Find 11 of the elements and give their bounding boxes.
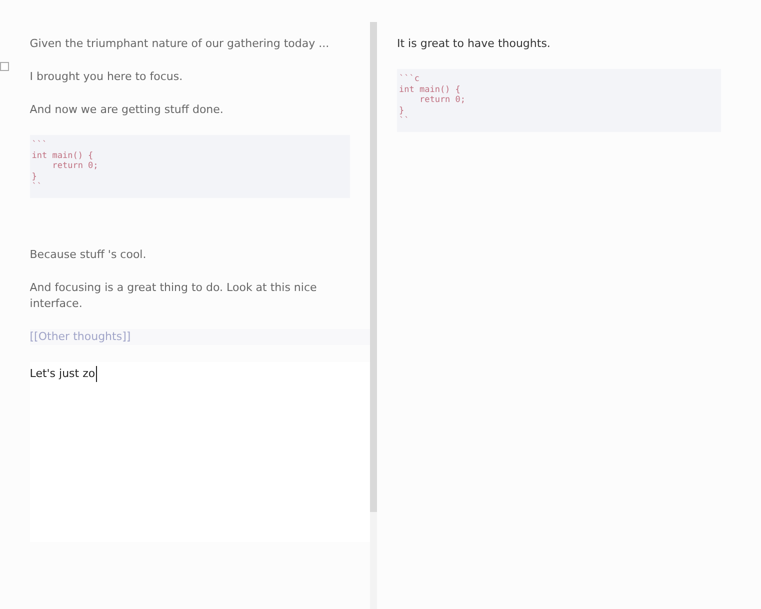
paragraph: Because stuff 's cool. — [30, 246, 148, 262]
scrollbar[interactable] — [370, 22, 377, 609]
paragraph: And now we are getting stuff done. — [30, 102, 224, 118]
paragraph: It is great to have thoughts. — [397, 36, 552, 52]
code-block: ``` int main() { return 0; } `` — [30, 135, 350, 198]
paragraph: Given the triumphant nature of our gathering today ... — [30, 36, 330, 52]
paragraph: I brought you here to focus. — [30, 69, 184, 85]
fold-icon[interactable] — [0, 62, 9, 71]
scrollbar-thumb[interactable] — [370, 22, 377, 512]
paragraph: And focusing is a great thing to do. Look at this nice interface. — [30, 280, 318, 312]
code-block: ```c int main() { return 0; } `` — [397, 69, 721, 132]
